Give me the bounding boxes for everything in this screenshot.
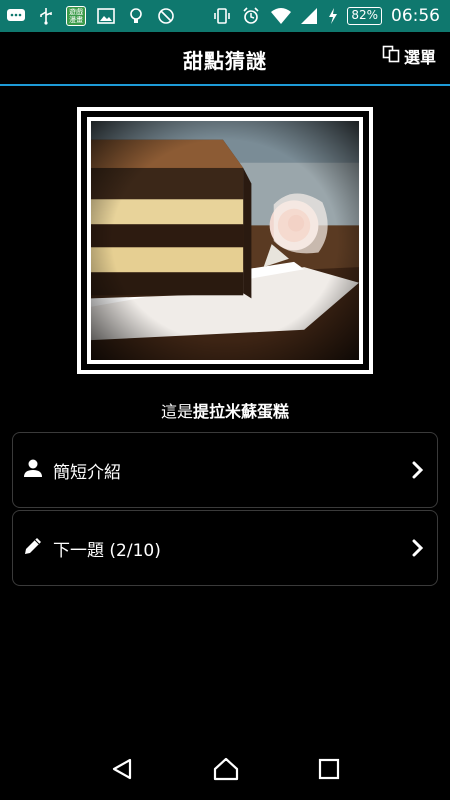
pencil-icon bbox=[23, 536, 43, 560]
menu-label: 選單 bbox=[403, 48, 436, 67]
dessert-photo-frame bbox=[77, 107, 373, 374]
signal-icon bbox=[299, 7, 319, 25]
lightbulb-icon bbox=[126, 7, 146, 25]
answer-caption: 這是提拉米蘇蛋糕 bbox=[0, 398, 450, 422]
next-question-label: 下一題 (2/10) bbox=[53, 540, 161, 561]
usb-icon bbox=[36, 7, 56, 25]
battery-indicator: 82% bbox=[347, 7, 382, 25]
do-not-disturb-icon bbox=[156, 7, 176, 25]
menu-button[interactable]: 選單 bbox=[382, 44, 436, 68]
home-icon[interactable] bbox=[213, 757, 239, 785]
image-icon bbox=[96, 7, 116, 25]
alarm-icon bbox=[241, 7, 261, 25]
chevron-right-icon bbox=[411, 461, 425, 483]
tiramisu-cake-photo bbox=[91, 121, 359, 360]
back-icon[interactable] bbox=[110, 757, 134, 785]
chat-icon bbox=[6, 7, 26, 25]
clock: 06:56 bbox=[391, 6, 440, 26]
status-bar: 遊戲 漫畫 82% 06:56 bbox=[0, 0, 450, 32]
next-question-button[interactable]: 下一題 (2/10) bbox=[12, 510, 438, 586]
wifi-icon bbox=[270, 7, 292, 25]
system-nav-bar bbox=[0, 742, 450, 800]
copy-pages-icon bbox=[382, 45, 400, 67]
app-bar: 甜點猜謎 選單 bbox=[0, 32, 450, 86]
person-icon bbox=[23, 458, 43, 482]
app-notification-icon: 遊戲 漫畫 bbox=[66, 6, 86, 26]
brief-intro-button[interactable]: 簡短介紹 bbox=[12, 432, 438, 508]
caption-prefix: 這是 bbox=[160, 402, 193, 421]
brief-intro-label: 簡短介紹 bbox=[53, 462, 121, 483]
dessert-name: 提拉米蘇蛋糕 bbox=[193, 402, 290, 421]
recents-icon[interactable] bbox=[318, 758, 340, 784]
vibrate-icon bbox=[212, 7, 232, 25]
charging-icon bbox=[328, 7, 338, 25]
chevron-right-icon bbox=[411, 539, 425, 561]
